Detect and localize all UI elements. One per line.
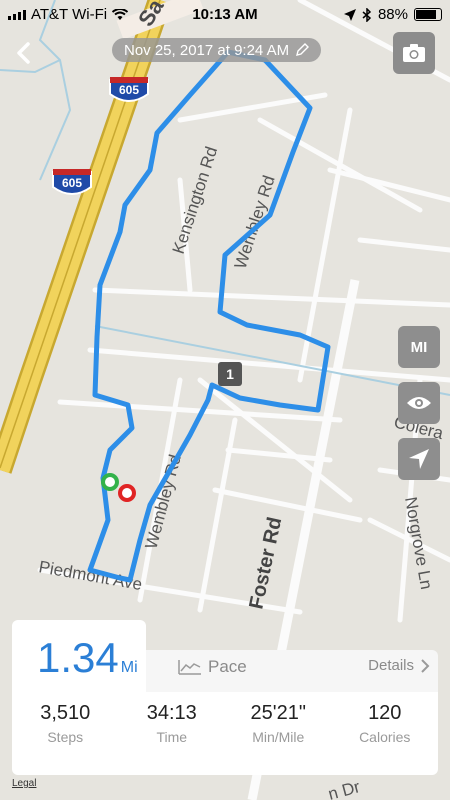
details-label: Details [368, 657, 414, 674]
battery-icon [414, 8, 442, 21]
recenter-button[interactable] [398, 438, 440, 480]
stat-label: Calories [359, 729, 411, 745]
units-toggle-button[interactable]: MI [398, 326, 440, 368]
pace-label: Pace [208, 657, 247, 676]
back-button[interactable] [8, 36, 42, 70]
chevron-right-icon [421, 658, 430, 673]
status-bar: AT&T Wi-Fi 10:13 AM 88% [0, 0, 450, 30]
stat-pace: 25'21" Min/Mile [225, 702, 332, 745]
stat-label: Min/Mile [252, 729, 305, 745]
start-marker[interactable] [101, 473, 119, 491]
stat-time: 34:13 Time [119, 702, 226, 745]
distance-tab[interactable]: 1.34 Mi [12, 620, 146, 692]
legal-link[interactable]: Legal [12, 778, 36, 789]
distance-value: 1.34 [37, 634, 119, 681]
camera-icon [403, 44, 425, 62]
end-marker[interactable] [118, 484, 136, 502]
highway-605-label: 605 [62, 176, 82, 190]
camera-button[interactable] [393, 32, 435, 74]
stat-value: 120 [368, 702, 402, 724]
back-icon [17, 42, 30, 64]
stat-value: 25'21" [250, 702, 306, 724]
location-arrow-icon [343, 8, 356, 21]
split-marker[interactable]: 1 [218, 362, 242, 386]
battery-label: 88% [377, 6, 408, 23]
eye-icon [407, 397, 431, 409]
units-label: MI [410, 338, 428, 356]
summary-card: 1.34 Mi Pace Details 3,510 Steps 34:13 T… [12, 620, 438, 775]
stats-row: 3,510 Steps 34:13 Time 25'21" Min/Mile 1… [12, 702, 438, 745]
visibility-button[interactable] [398, 382, 440, 424]
pencil-icon [296, 43, 310, 56]
stat-label: Steps [47, 729, 84, 745]
stat-steps: 3,510 Steps [12, 702, 119, 745]
bluetooth-icon [362, 7, 372, 22]
details-link[interactable]: Details [368, 657, 430, 674]
stat-label: Time [156, 729, 188, 745]
date-label: Nov 25, 2017 at 9:24 AM [124, 41, 290, 59]
pace-chart-icon [178, 660, 201, 675]
date-pill[interactable]: Nov 25, 2017 at 9:24 AM [112, 38, 322, 62]
stat-value: 34:13 [146, 702, 197, 724]
pace-tab[interactable]: Pace [178, 657, 247, 677]
highway-605-label: 605 [119, 83, 139, 97]
distance-unit: Mi [120, 659, 138, 676]
stat-value: 3,510 [40, 702, 91, 724]
stat-calories: 120 Calories [332, 702, 439, 745]
location-arrow-icon [409, 449, 429, 469]
